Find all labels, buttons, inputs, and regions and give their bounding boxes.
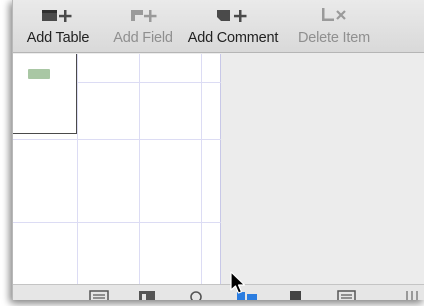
columns-icon[interactable] — [405, 290, 421, 300]
grid-line — [13, 139, 221, 140]
add-table-label: Add Table — [26, 30, 90, 46]
grid-line — [201, 54, 202, 284]
add-field-label: Add Field — [113, 30, 173, 46]
toolbar: Add Table Add Field Add Comment Delete I… — [13, 0, 424, 53]
delete-item-button[interactable]: Delete Item — [289, 0, 379, 53]
add-table-icon — [42, 10, 72, 22]
square-icon[interactable] — [289, 290, 303, 300]
add-field-icon — [131, 10, 157, 22]
add-comment-label: Add Comment — [187, 30, 279, 46]
add-field-button[interactable]: Add Field — [105, 0, 181, 53]
table-header — [28, 69, 50, 79]
arrow-pointer-icon — [230, 271, 246, 294]
grid-line — [13, 222, 221, 223]
list-icon[interactable] — [89, 290, 109, 300]
add-comment-icon — [217, 10, 247, 22]
add-table-button[interactable]: Add Table — [13, 0, 103, 53]
delete-item-icon — [322, 8, 346, 21]
diagram-canvas[interactable] — [13, 54, 221, 284]
notes-icon[interactable] — [337, 290, 357, 300]
table-object[interactable] — [13, 54, 77, 134]
circle-icon[interactable] — [189, 290, 203, 300]
grid-line — [77, 54, 78, 284]
grid-line — [139, 54, 140, 284]
app-window: Add Table Add Field Add Comment Delete I… — [12, 0, 424, 300]
table-icon[interactable] — [137, 290, 159, 300]
add-comment-button[interactable]: Add Comment — [181, 0, 285, 53]
delete-item-label: Delete Item — [298, 30, 370, 46]
bottom-toolbar — [13, 284, 424, 300]
empty-pane — [221, 54, 424, 284]
